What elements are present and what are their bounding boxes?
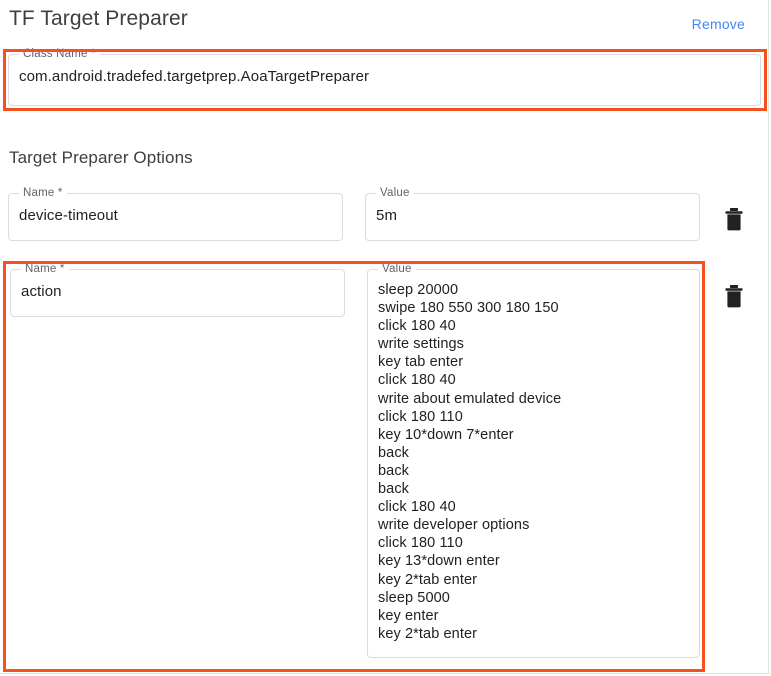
class-name-label: Class Name * — [19, 48, 100, 61]
option-value-field-0[interactable]: Value 5m — [365, 187, 700, 241]
option-value-text-1: sleep 20000 swipe 180 550 300 180 150 cl… — [378, 282, 562, 642]
option-name-field-1[interactable]: Name * action — [10, 263, 345, 317]
option-name-value-1: action — [21, 283, 62, 300]
option-value-text-0: 5m — [376, 207, 398, 224]
trash-icon — [725, 285, 743, 308]
page-title: TF Target Preparer — [9, 7, 188, 30]
option-name-field-0[interactable]: Name * device-timeout — [8, 187, 343, 241]
options-section-title: Target Preparer Options — [9, 148, 193, 167]
target-preparer-card: TF Target Preparer Remove Class Name * c… — [0, 0, 769, 674]
option-name-value-0: device-timeout — [19, 207, 118, 224]
delete-option-button-1[interactable] — [722, 284, 746, 310]
option-name-label-1: Name * — [21, 263, 69, 276]
class-name-field[interactable]: Class Name * com.android.tradefed.target… — [8, 48, 761, 106]
option-value-field-1[interactable]: Value sleep 20000 swipe 180 550 300 180 … — [367, 263, 700, 658]
trash-icon — [725, 208, 743, 231]
class-name-value: com.android.tradefed.targetprep.AoaTarge… — [19, 68, 370, 85]
option-name-label-0: Name * — [19, 187, 67, 200]
remove-button[interactable]: Remove — [692, 16, 745, 32]
card-header: TF Target Preparer Remove — [0, 0, 768, 48]
option-value-label-1: Value — [378, 263, 416, 276]
option-value-label-0: Value — [376, 187, 414, 200]
delete-option-button-0[interactable] — [722, 207, 746, 233]
